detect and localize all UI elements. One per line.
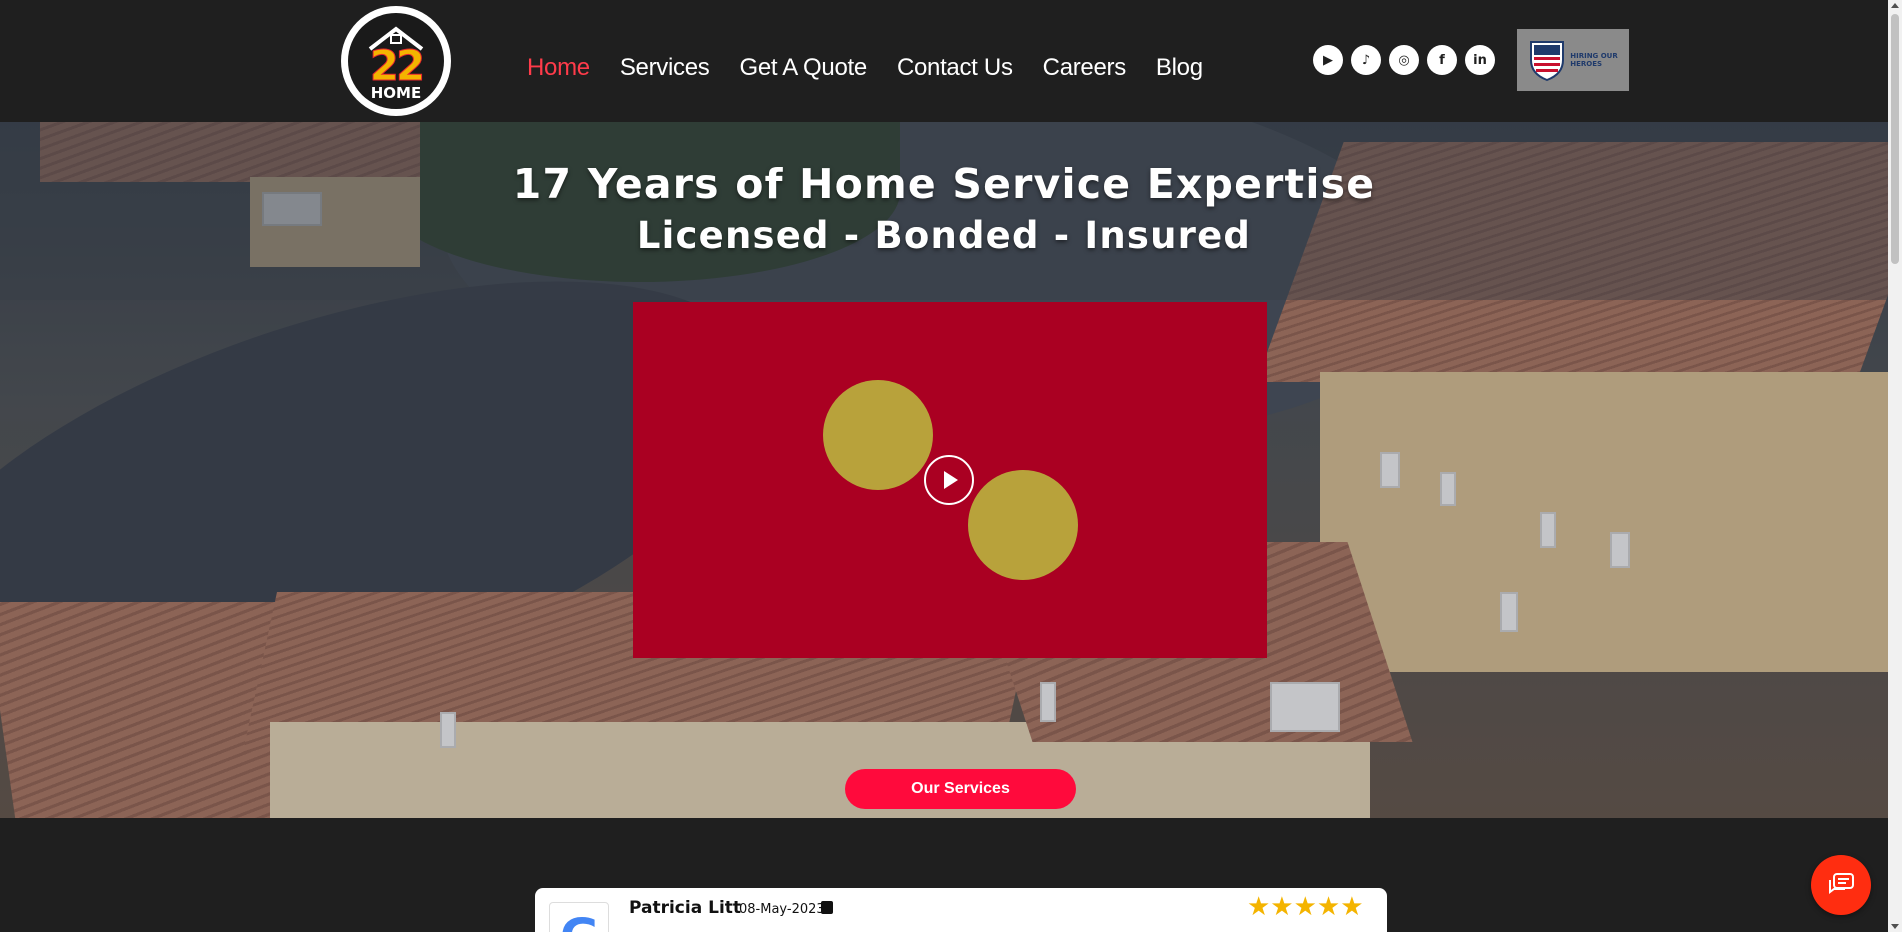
badge-line-1: HIRING OUR	[1570, 52, 1618, 60]
logo-number: 22	[369, 41, 425, 91]
flag-icon[interactable]	[821, 901, 833, 914]
nav-services[interactable]: Services	[620, 52, 710, 84]
review-date: 08-May-2023	[739, 902, 825, 917]
hiring-heroes-badge[interactable]: HIRING OUR HEROES	[1517, 29, 1629, 91]
title-band	[0, 122, 1888, 300]
nav-blog[interactable]: Blog	[1156, 52, 1203, 84]
star-icon: ★★★★★	[1247, 892, 1364, 922]
nav-careers[interactable]: Careers	[1043, 52, 1127, 84]
linkedin-icon[interactable]: in	[1465, 45, 1495, 75]
play-button[interactable]	[924, 455, 974, 505]
youtube-icon[interactable]: ▶	[1313, 45, 1343, 75]
badge-line-2: HEROES	[1570, 60, 1603, 68]
social-links: ▶ ♪ ◎ f in	[1313, 45, 1495, 75]
logo-word: HOME	[370, 84, 422, 102]
badge-text: HIRING OUR HEROES	[1570, 52, 1618, 68]
video-player[interactable]	[633, 302, 1267, 658]
chat-icon	[1829, 873, 1854, 894]
review-card[interactable]: G Patricia Litt 08-May-2023 ★★★★★	[535, 888, 1387, 932]
home-logo[interactable]: 22 HOME	[341, 6, 451, 116]
shield-icon	[1530, 41, 1565, 82]
main-nav: Home Services Get A Quote Contact Us Car…	[527, 52, 1233, 84]
star-rating: ★★★★★	[1247, 894, 1364, 920]
hero-subtitle: Licensed - Bonded - Insured	[636, 214, 1252, 257]
site-header: 22 HOME Home Services Get A Quote Contac…	[0, 0, 1888, 122]
nav-get-a-quote[interactable]: Get A Quote	[739, 52, 867, 84]
nav-contact-us[interactable]: Contact Us	[897, 52, 1013, 84]
facebook-icon[interactable]: f	[1427, 45, 1457, 75]
nav-home[interactable]: Home	[527, 52, 590, 84]
video-graphic-circle	[968, 470, 1078, 580]
scroll-down-icon[interactable]	[1891, 924, 1899, 929]
logo-badge: 22 HOME	[348, 13, 444, 109]
instagram-icon[interactable]: ◎	[1389, 45, 1419, 75]
scrollbar-thumb[interactable]	[1891, 14, 1899, 264]
page: 22 HOME Home Services Get A Quote Contac…	[0, 0, 1902, 932]
hero-title: 17 Years of Home Service Expertise	[512, 160, 1376, 208]
scroll-up-icon[interactable]	[1891, 3, 1899, 8]
page-scrollbar[interactable]	[1888, 0, 1902, 932]
our-services-button[interactable]: Our Services	[845, 769, 1076, 809]
google-logo: G	[549, 902, 609, 932]
video-graphic-circle	[823, 380, 933, 490]
reviewer-name: Patricia Litt	[629, 898, 742, 918]
hero-section: 17 Years of Home Service Expertise Licen…	[0, 122, 1888, 818]
chat-button[interactable]	[1811, 855, 1871, 915]
tiktok-icon[interactable]: ♪	[1351, 45, 1381, 75]
play-icon	[944, 471, 958, 489]
google-icon: G	[560, 913, 599, 932]
